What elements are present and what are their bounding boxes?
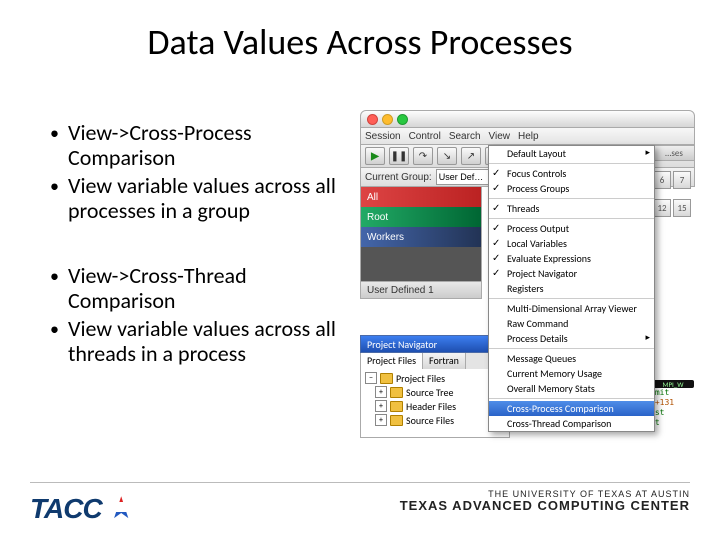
step-into-icon[interactable]: ↘ (437, 147, 457, 165)
group-empty (361, 247, 481, 281)
menu-item-current-memory-usage[interactable]: Current Memory Usage (489, 366, 654, 381)
group-all[interactable]: All (361, 187, 481, 207)
tree-row-header-files[interactable]: + Header Files (365, 399, 505, 413)
menu-separator (489, 163, 654, 164)
menu-separator (489, 348, 654, 349)
tree-collapse-icon[interactable]: − (365, 372, 377, 384)
menu-separator (489, 298, 654, 299)
menu-item-focus-controls[interactable]: Focus Controls (489, 166, 654, 181)
bullet-text: View->Cross-Thread Comparison (68, 263, 350, 314)
tree-row-source-files[interactable]: + Source Files (365, 413, 505, 427)
menu-item-process-groups[interactable]: Process Groups (489, 181, 654, 196)
tacc-wordmark: TACC (30, 493, 102, 525)
source-snippet: imit 1+131 est it (650, 388, 695, 428)
menu-separator (489, 218, 654, 219)
pause-icon[interactable]: ❚❚ (389, 147, 409, 165)
window-titlebar (360, 110, 695, 128)
menu-item-threads[interactable]: Threads (489, 201, 654, 216)
code-line: 1+131 (650, 398, 695, 408)
bullet-item: • View->Cross-Thread Comparison (50, 263, 350, 314)
menu-item-process-output[interactable]: Process Output (489, 221, 654, 236)
tree-label: Source Files (406, 414, 454, 427)
close-icon[interactable] (367, 114, 378, 125)
group-user-defined-1[interactable]: User Defined 1 (361, 281, 481, 298)
menu-search[interactable]: Search (449, 131, 481, 142)
bullet-dot-icon: • (50, 120, 68, 146)
menu-item-cross-thread-comparison[interactable]: Cross-Thread Comparison (489, 416, 654, 431)
tab-project-files[interactable]: Project Files (361, 353, 423, 369)
step-out-icon[interactable]: ↗ (461, 147, 481, 165)
ut-texas-logo: THE UNIVERSITY OF TEXAS AT AUSTIN TEXAS … (400, 490, 690, 512)
tree-label: Project Files (396, 372, 445, 385)
bullet-text: View->Cross-Process Comparison (68, 120, 350, 171)
current-group-label: Current Group: (365, 172, 432, 183)
tree-row-source-tree[interactable]: + Source Tree (365, 385, 505, 399)
play-icon[interactable]: ▶ (365, 147, 385, 165)
minimize-icon[interactable] (382, 114, 393, 125)
tree-row-project-files[interactable]: − Project Files (365, 371, 505, 385)
menu-item-process-details[interactable]: Process Details (489, 331, 654, 346)
menu-item-md-array-viewer[interactable]: Multi-Dimensional Array Viewer (489, 301, 654, 316)
folder-icon (380, 373, 393, 384)
ut-line2: TEXAS ADVANCED COMPUTING CENTER (400, 499, 690, 512)
bullet-text: View variable values across all threads … (68, 316, 350, 367)
tree-expand-icon[interactable]: + (375, 414, 387, 426)
menu-item-raw-command[interactable]: Raw Command (489, 316, 654, 331)
menu-separator (489, 198, 654, 199)
folder-icon (390, 401, 403, 412)
tab-fortran[interactable]: Fortran (423, 353, 466, 369)
menu-item-message-queues[interactable]: Message Queues (489, 351, 654, 366)
slide-title: Data Values Across Processes (0, 20, 720, 64)
tree-label: Header Files (406, 400, 456, 413)
menu-item-default-layout[interactable]: Default Layout (489, 146, 654, 161)
menu-item-registers[interactable]: Registers (489, 281, 654, 296)
thread-header: MPI_W (652, 380, 694, 388)
menu-control[interactable]: Control (409, 131, 441, 142)
menu-item-project-navigator[interactable]: Project Navigator (489, 266, 654, 281)
group-root[interactable]: Root (361, 207, 481, 227)
zoom-icon[interactable] (397, 114, 408, 125)
process-cell[interactable]: 12 (653, 199, 671, 217)
process-cell[interactable]: 7 (673, 171, 691, 189)
process-cells-panel: …ses 6 7 12 15 (653, 145, 695, 227)
code-line: it (650, 418, 695, 428)
texas-star-icon: ★ (108, 490, 135, 527)
folder-icon (390, 415, 403, 426)
menu-item-cross-process-comparison[interactable]: Cross-Process Comparison (489, 401, 654, 416)
tree-label: Source Tree (406, 386, 454, 399)
tree-expand-icon[interactable]: + (375, 400, 387, 412)
view-menu-dropdown: Default Layout Focus Controls Process Gr… (488, 145, 655, 432)
menu-separator (489, 398, 654, 399)
menu-item-overall-memory-stats[interactable]: Overall Memory Stats (489, 381, 654, 396)
process-cell[interactable]: 6 (653, 171, 671, 189)
menu-session[interactable]: Session (365, 131, 401, 142)
group-workers[interactable]: Workers (361, 227, 481, 247)
menu-bar: Session Control Search View Help (360, 128, 695, 145)
bullet-list: • View->Cross-Process Comparison • View … (50, 120, 350, 406)
bullet-dot-icon: • (50, 263, 68, 289)
code-line: imit (650, 388, 695, 398)
code-line: est (650, 408, 695, 418)
process-groups-panel: All Root Workers User Defined 1 (360, 187, 482, 299)
menu-view[interactable]: View (489, 131, 511, 142)
bullet-item: • View variable values across all thread… (50, 316, 350, 367)
bullet-dot-icon: • (50, 173, 68, 199)
bullet-item: • View variable values across all proces… (50, 173, 350, 224)
menu-help[interactable]: Help (518, 131, 539, 142)
menu-item-evaluate-expressions[interactable]: Evaluate Expressions (489, 251, 654, 266)
menu-item-local-variables[interactable]: Local Variables (489, 236, 654, 251)
tacc-logo: TACC ★ (30, 490, 135, 527)
folder-icon (390, 387, 403, 398)
process-panel-header: …ses (653, 145, 695, 161)
bullet-item: • View->Cross-Process Comparison (50, 120, 350, 171)
bullet-dot-icon: • (50, 316, 68, 342)
bullet-text: View variable values across all processe… (68, 173, 350, 224)
tree-expand-icon[interactable]: + (375, 386, 387, 398)
step-over-icon[interactable]: ↷ (413, 147, 433, 165)
process-cell[interactable]: 15 (673, 199, 691, 217)
footer-divider (30, 482, 690, 483)
